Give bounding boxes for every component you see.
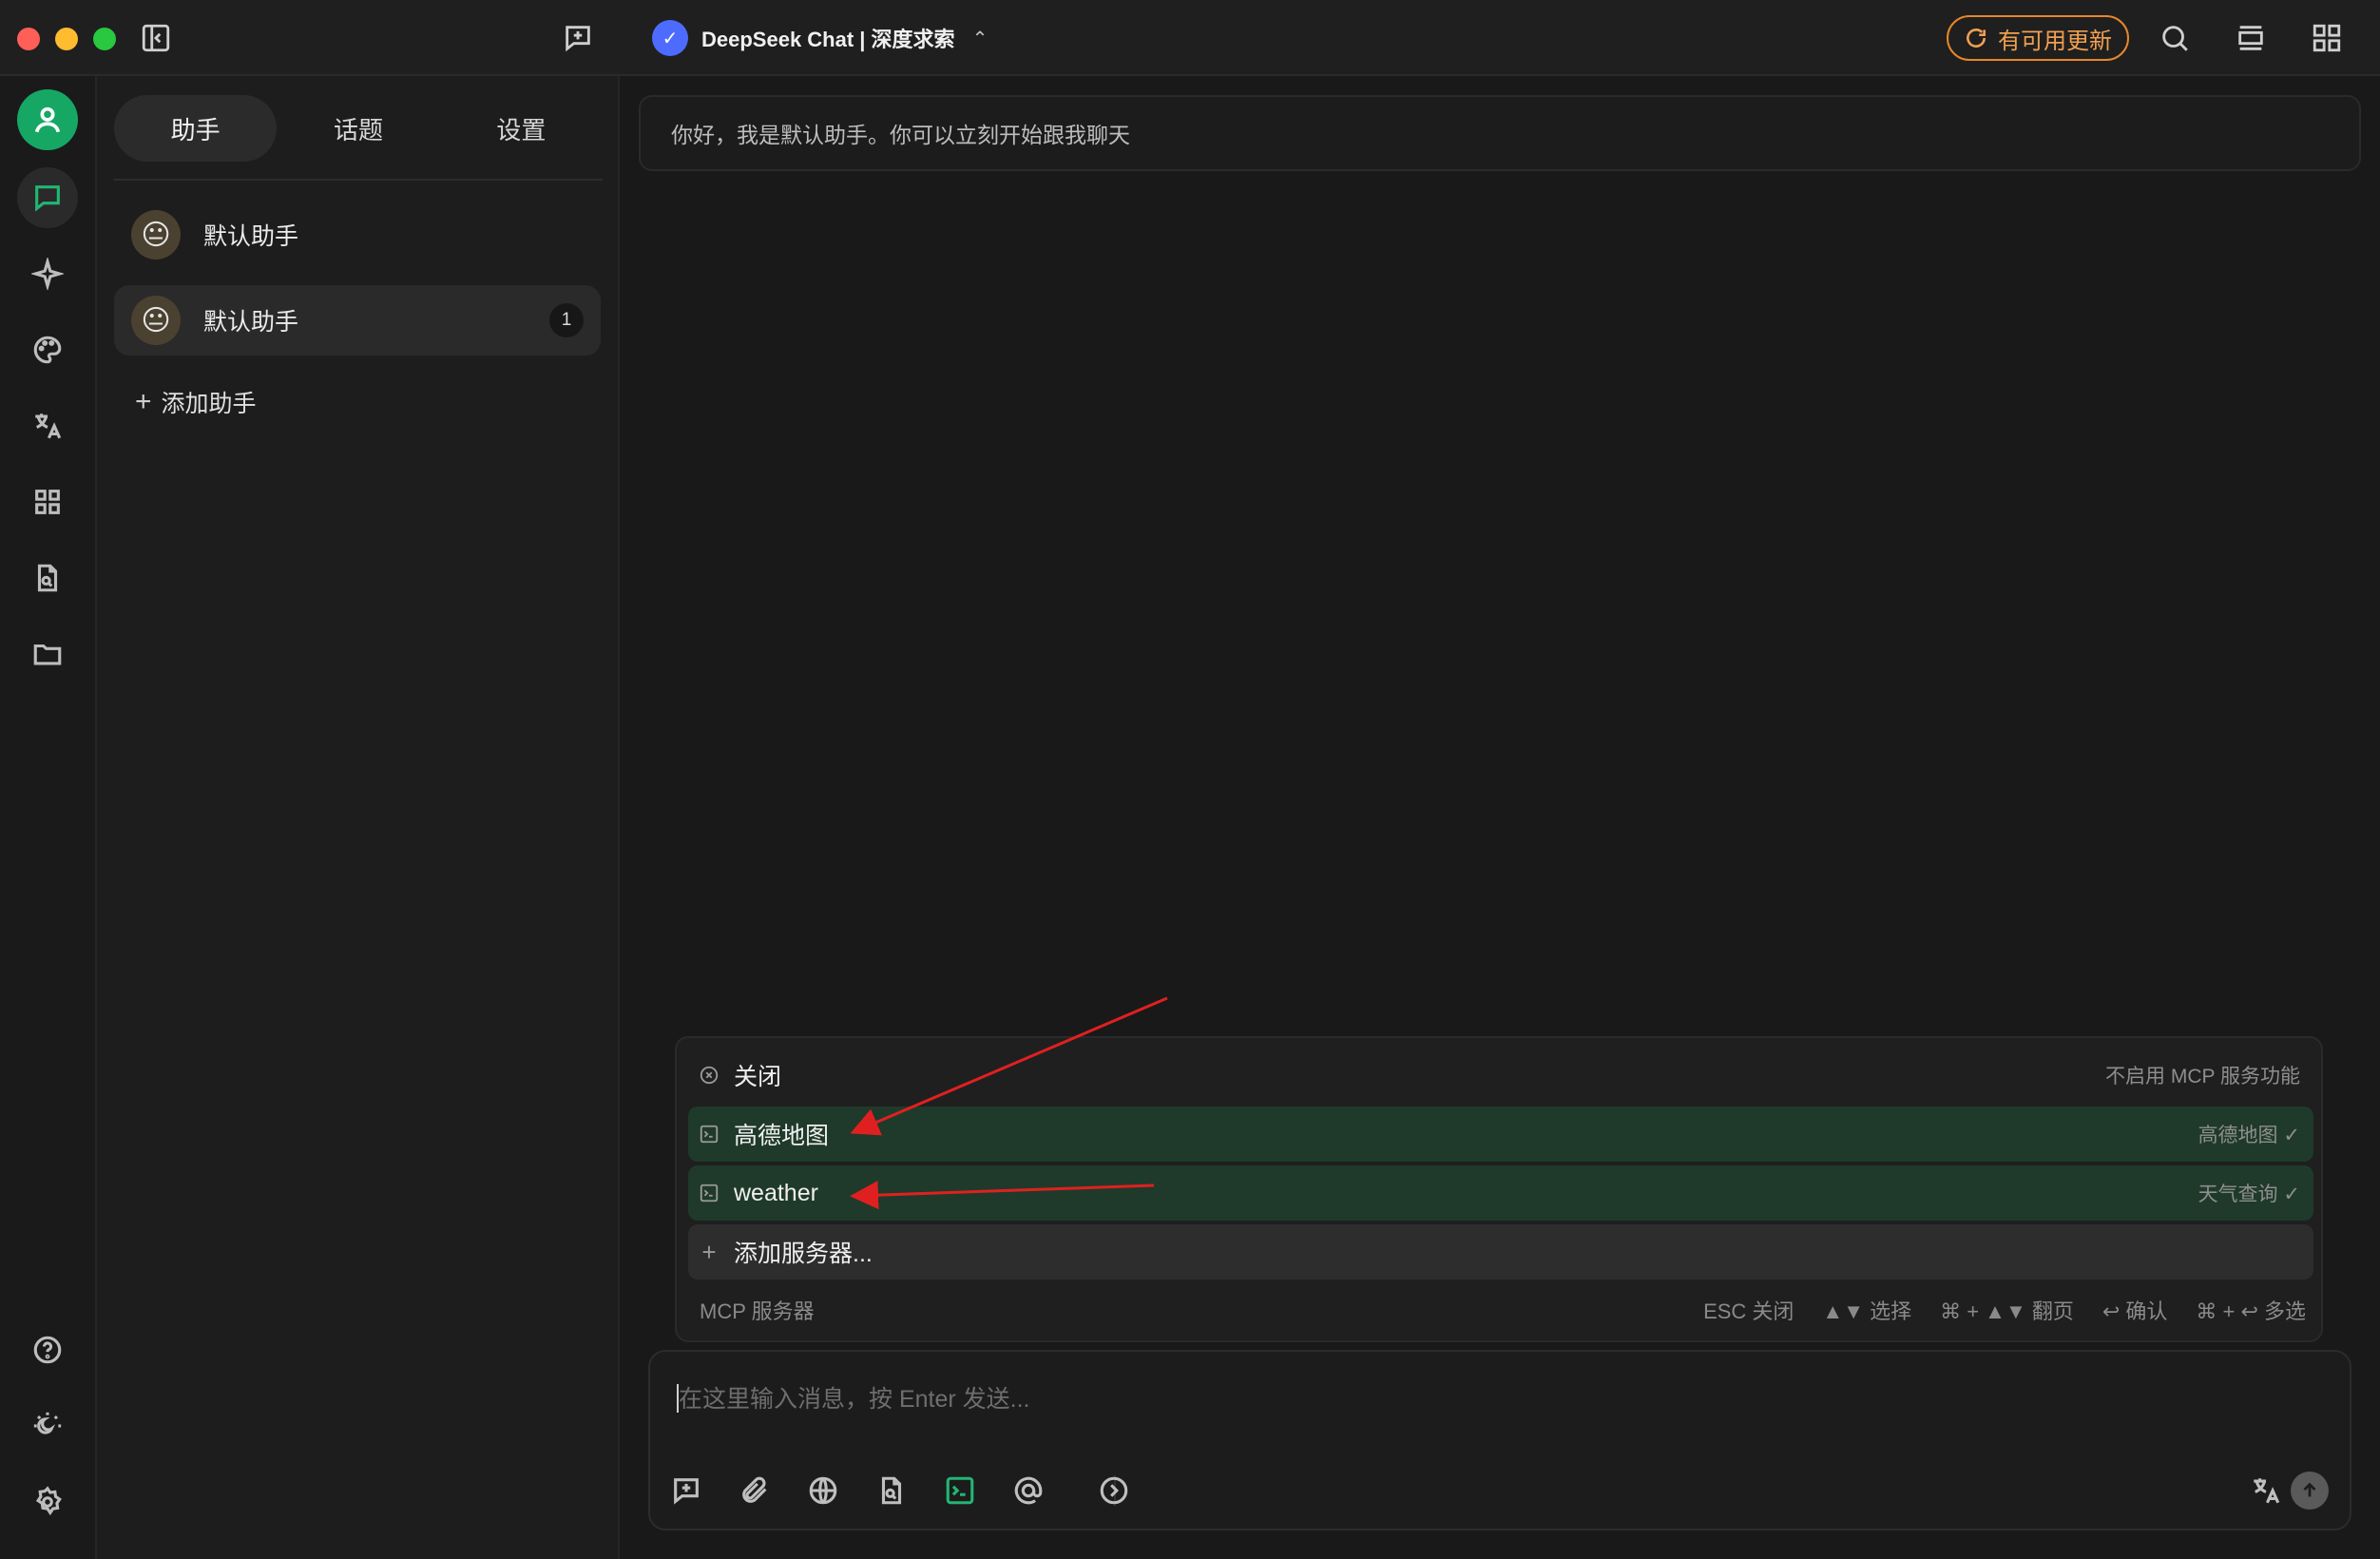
minimize-window-button[interactable] [55,28,78,50]
mcp-option-amap[interactable]: 高德地图 高德地图 ✓ [688,1107,2313,1162]
rail-theme[interactable] [17,1395,78,1456]
close-window-button[interactable] [17,28,40,50]
title-bar: ✓ DeepSeek Chat | 深度求索 ⌃ 有可用更新 [0,0,2380,76]
hint-multi: ⌘ + ↩ 多选 [2196,1299,2306,1323]
apps-grid-icon[interactable] [2308,19,2346,57]
rail-translate[interactable] [17,395,78,456]
mcp-option-label: 添加服务器... [734,1241,873,1267]
mcp-popup-footer: MCP 服务器 ESC 关闭 ▲▼ 选择 ⌘ + ▲▼ 翻页 ↩ 确认 ⌘ + … [700,1295,2306,1325]
assistant-item-active[interactable]: 😐 默认助手 1 [114,285,601,356]
rail-agents[interactable] [17,243,78,304]
plus-icon: + [135,386,152,417]
chat-icon [35,185,60,212]
hint-page: ⌘ + ▲▼ 翻页 [1940,1299,2074,1323]
chevron-updown-icon: ⌃ [971,28,988,49]
add-assistant-label: 添加助手 [161,391,257,417]
maximize-window-button[interactable] [93,28,116,50]
apps-grid-icon [35,490,60,514]
plus-icon: + [701,1237,717,1266]
rail-miniapps[interactable] [17,472,78,532]
message-composer [648,1350,2351,1530]
theme-icon [33,1412,62,1434]
mcp-option-label: 高德地图 [734,1123,830,1149]
keyboard-hints: ESC 关闭 ▲▼ 选择 ⌘ + ▲▼ 翻页 ↩ 确认 ⌘ + ↩ 多选 [1703,1295,2306,1325]
translate-icon[interactable] [2245,1470,2287,1511]
close-circle-icon [698,1064,720,1087]
model-name: DeepSeek Chat | 深度求索 [701,28,955,51]
hint-confirm: ↩ 确认 [2102,1299,2168,1323]
rail-knowledge[interactable] [17,548,78,608]
nav-rail [0,76,97,1559]
rail-paintings[interactable] [17,319,78,380]
mcp-add-server[interactable]: + 添加服务器... [688,1224,2313,1280]
mcp-option-label: weather [734,1179,818,1206]
assistant-name: 默认助手 [203,309,299,336]
user-icon [34,106,61,133]
deepseek-logo-icon: ✓ [652,20,688,56]
hint-esc: ESC 关闭 [1703,1299,1795,1323]
mcp-server-popup: 关闭 不启用 MCP 服务功能 高德地图 高德地图 ✓ weather 天气查询… [675,1036,2323,1342]
rail-chat[interactable] [17,167,78,228]
web-search-icon[interactable] [802,1470,844,1511]
assistant-item[interactable]: 😐 默认助手 [114,200,601,270]
mcp-option-weather[interactable]: weather 天气查询 ✓ [688,1165,2313,1221]
message-input[interactable] [679,1378,2294,1420]
rail-help[interactable] [17,1319,78,1380]
mcp-option-off[interactable]: 关闭 不启用 MCP 服务功能 [688,1048,2313,1103]
mcp-option-desc: 天气查询 ✓ [2198,1184,2300,1205]
assistants-panel: 助手 话题 设置 😐 默认助手 😐 默认助手 1 + 添加助手 [97,76,620,1559]
mcp-option-desc: 不启用 MCP 服务功能 [2105,1066,2300,1087]
refresh-icon [1967,29,1986,48]
folder-icon [33,644,62,665]
model-selector[interactable]: ✓ DeepSeek Chat | 深度求索 ⌃ [652,19,988,57]
help-icon [33,1336,62,1364]
hint-select: ▲▼ 选择 [1822,1299,1912,1323]
sparkle-icon [31,258,64,290]
assistant-emoji: 😐 [131,296,181,345]
mcp-option-desc: 高德地图 ✓ [2198,1125,2300,1146]
rail-settings[interactable] [17,1472,78,1532]
assistant-name: 默认助手 [203,223,299,250]
greeting-message: 你好，我是默认助手。你可以立刻开始跟我聊天 [639,95,2361,171]
panel-tabs: 助手 话题 设置 [114,95,603,162]
terminal-icon [698,1182,720,1204]
update-label: 有可用更新 [1998,28,2112,54]
assistant-emoji: 😐 [131,210,181,260]
attachment-icon[interactable] [734,1470,776,1511]
mention-model-icon[interactable] [1008,1470,1049,1511]
file-search-icon [37,564,58,592]
user-avatar[interactable] [17,89,78,150]
gear-icon [35,1486,62,1516]
fullscreen-icon[interactable] [2232,19,2270,57]
translate-icon [35,414,62,439]
tab-topics[interactable]: 话题 [277,95,439,162]
mcp-server-icon[interactable] [939,1470,981,1511]
rail-files[interactable] [17,624,78,684]
tab-assistants[interactable]: 助手 [114,95,278,162]
tab-settings[interactable]: 设置 [440,95,603,162]
knowledge-base-icon[interactable] [871,1470,912,1511]
mcp-option-label: 关闭 [734,1064,782,1090]
new-topic-icon[interactable] [559,19,597,57]
tabs-divider [114,179,603,181]
palette-icon [33,336,62,364]
new-topic-icon[interactable] [665,1470,707,1511]
expand-more-icon[interactable] [1093,1470,1135,1511]
toggle-sidebar-icon[interactable] [137,19,175,57]
update-available-button[interactable]: 有可用更新 [1947,15,2129,61]
send-button[interactable] [2291,1472,2329,1510]
arrow-up-icon [2303,1482,2316,1497]
search-icon[interactable] [2156,19,2194,57]
terminal-icon [698,1123,720,1145]
chat-area: 你好，我是默认助手。你可以立刻开始跟我聊天 关闭 不启用 MCP 服务功能 高德… [620,76,2380,1559]
topic-count-badge: 1 [549,303,584,337]
mcp-footer-title: MCP 服务器 [700,1299,815,1323]
add-assistant-button[interactable]: + 添加助手 [135,385,257,419]
